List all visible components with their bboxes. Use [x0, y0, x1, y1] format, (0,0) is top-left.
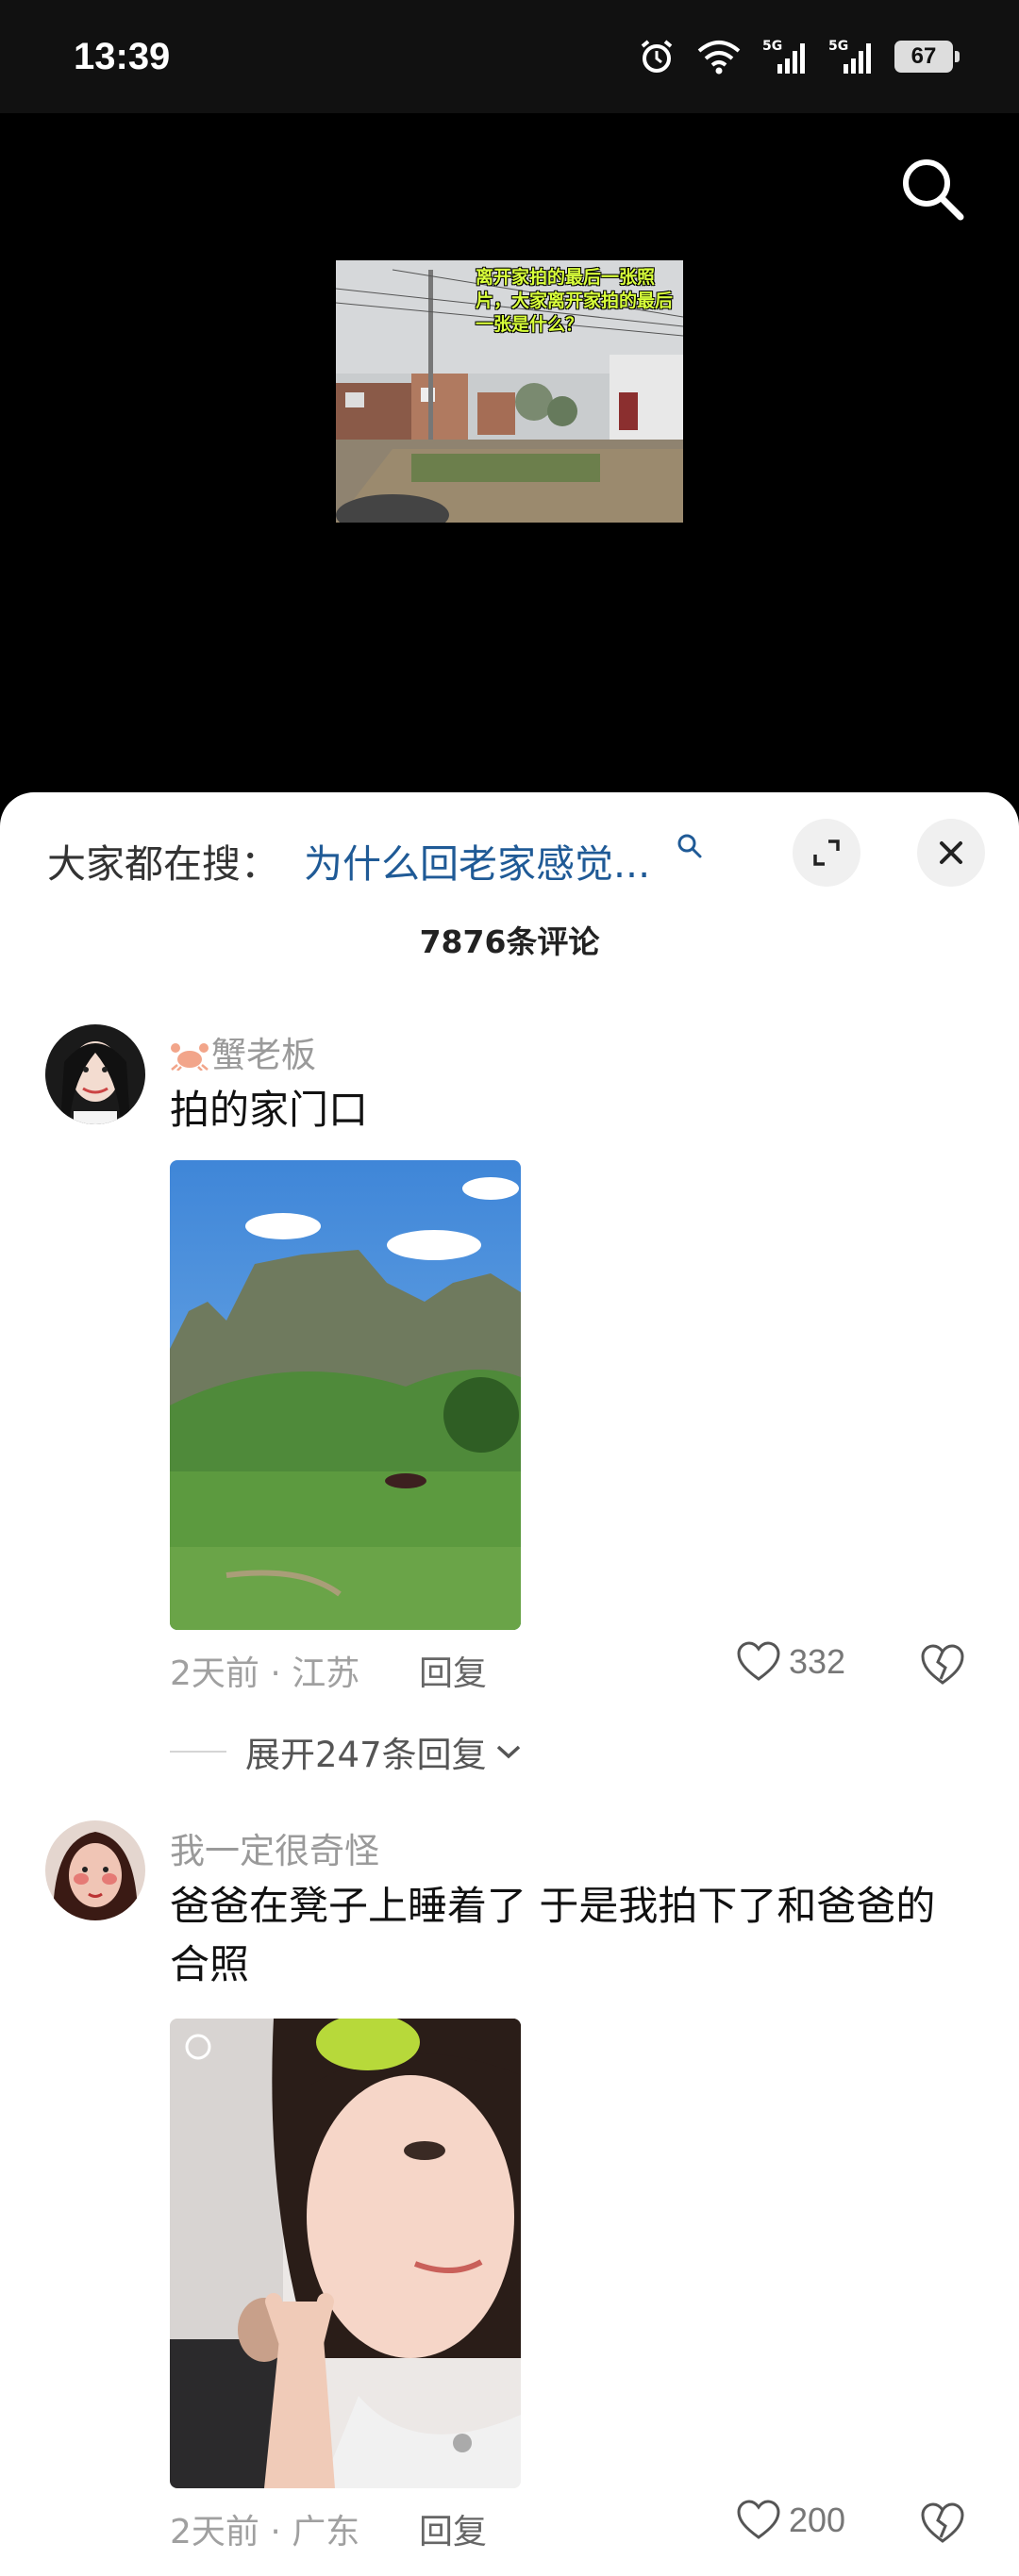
comment-location: 广东 — [292, 2513, 360, 2551]
search-icon[interactable] — [676, 832, 704, 860]
comment-count: 7876条评论 — [419, 923, 600, 960]
comment-username[interactable]: 我一定很奇怪 — [170, 1822, 379, 1873]
avatar[interactable] — [45, 1820, 145, 1920]
comment-item: 我一定很奇怪 爸爸在凳子上睡着了 于是我拍下了和爸爸的合照 2天前 · 广东 回… — [0, 1820, 1019, 2575]
signal-5g-icon: 5G — [828, 39, 871, 74]
close-button[interactable] — [917, 819, 985, 887]
broken-heart-icon[interactable] — [919, 2501, 966, 2545]
like-count: 200 — [789, 2501, 846, 2539]
comment-sheet: 大家都在搜： 为什么回老家感觉... 7876条评论 蟹老板 拍的家门口 2天前… — [0, 792, 1019, 2576]
heart-icon — [737, 2500, 780, 2539]
crab-icon — [171, 1043, 209, 1071]
username-text: 蟹老板 — [211, 1035, 316, 1075]
status-icons: 5G 5G 67 — [638, 38, 960, 75]
svg-text:5G: 5G — [762, 39, 782, 54]
comment-text: 拍的家门口 — [170, 1087, 369, 1133]
expand-button[interactable] — [793, 819, 860, 887]
alarm-icon — [641, 40, 673, 73]
like-button[interactable]: 332 — [736, 1641, 845, 1683]
comment-text: 爸爸在凳子上睡着了 于是我拍下了和爸爸的合照 — [170, 1883, 936, 1987]
like-count: 332 — [789, 1642, 846, 1681]
selfie-photo-image — [170, 2019, 521, 2488]
comment-item: 蟹老板 拍的家门口 2天前 · 江苏 回复 332 — [0, 1024, 1019, 1693]
battery-level: 67 — [910, 43, 937, 69]
status-bar: 13:39 5G 5G 67 — [0, 0, 1019, 113]
search-icon[interactable] — [894, 151, 970, 226]
close-icon — [940, 841, 962, 864]
sheet-header: 大家都在搜： 为什么回老家感觉... 7876条评论 — [0, 792, 1019, 990]
hot-search-label: 大家都在搜： — [47, 841, 279, 887]
mountain-landscape-image — [170, 1160, 521, 1630]
heart-icon — [737, 1641, 780, 1681]
battery-icon: 67 — [894, 41, 960, 73]
signal-5g-icon: 5G — [762, 39, 805, 74]
wifi-icon — [697, 41, 741, 75]
comment-location: 江苏 — [292, 1654, 360, 1693]
video-player[interactable]: 离开家拍的最后一张照片，大家离开家拍的最后一张是什么？ — [0, 113, 1019, 792]
svg-text:5G: 5G — [828, 39, 848, 54]
like-button[interactable]: 200 — [736, 2500, 845, 2541]
reply-button[interactable]: 回复 — [419, 1646, 487, 1695]
comment-image[interactable] — [170, 1160, 521, 1630]
divider — [170, 1751, 226, 1753]
video-caption: 离开家拍的最后一张照片，大家离开家拍的最后一张是什么？ — [476, 267, 674, 335]
comment-username[interactable]: 蟹老板 — [170, 1026, 316, 1077]
expand-replies-label: 展开247条回复 — [245, 1735, 487, 1775]
chevron-down-icon — [496, 1745, 520, 1759]
comment-meta: 2天前 · 江苏 — [170, 1654, 360, 1693]
comment-time: 2天前 — [170, 1654, 259, 1693]
expand-icon — [813, 839, 840, 866]
comment-meta: 2天前 · 广东 — [170, 2513, 360, 2551]
comment-image[interactable] — [170, 2019, 521, 2488]
video-thumbnail[interactable]: 离开家拍的最后一张照片，大家离开家拍的最后一张是什么？ — [336, 260, 683, 523]
hot-search-link[interactable]: 为什么回老家感觉... — [304, 832, 650, 889]
reply-button[interactable]: 回复 — [419, 2504, 487, 2553]
avatar[interactable] — [45, 1024, 145, 1124]
broken-heart-icon[interactable] — [919, 1643, 966, 1687]
expand-replies-button[interactable]: 展开247条回复 — [170, 1726, 523, 1777]
comment-time: 2天前 — [170, 2513, 259, 2551]
status-time: 13:39 — [74, 36, 171, 77]
